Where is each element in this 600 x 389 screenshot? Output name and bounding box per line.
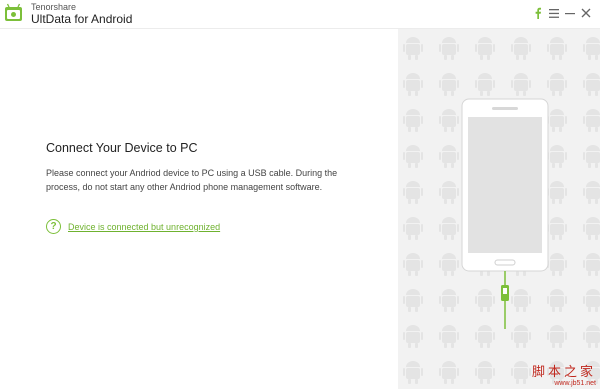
- instruction-text: Please connect your Andriod device to PC…: [46, 168, 338, 192]
- help-row[interactable]: ? Device is connected but unrecognized: [46, 219, 220, 234]
- minimize-icon[interactable]: [562, 5, 578, 21]
- device-unrecognized-link[interactable]: Device is connected but unrecognized: [68, 222, 220, 232]
- title-bar: Tenorshare UltData for Android: [0, 0, 600, 29]
- watermark-title: 脚本之家: [531, 365, 596, 380]
- app-title: UltData for Android: [31, 12, 133, 26]
- site-watermark: 脚本之家 www.jb51.net: [532, 361, 596, 387]
- menu-icon[interactable]: [546, 5, 562, 21]
- question-icon[interactable]: ?: [46, 219, 61, 234]
- page-heading: Connect Your Device to PC: [46, 141, 198, 155]
- vendor-name: Tenorshare: [31, 2, 77, 12]
- app-logo-icon: [5, 3, 22, 21]
- facebook-icon[interactable]: [530, 5, 546, 21]
- watermark-url: www.jb51.net: [554, 380, 596, 387]
- window-controls: [530, 4, 594, 22]
- phone-illustration: [398, 29, 600, 389]
- device-illustration-panel: 脚本之家 www.jb51.net: [398, 29, 600, 389]
- close-icon[interactable]: [578, 5, 594, 21]
- main-content: Connect Your Device to PC Please connect…: [0, 29, 398, 389]
